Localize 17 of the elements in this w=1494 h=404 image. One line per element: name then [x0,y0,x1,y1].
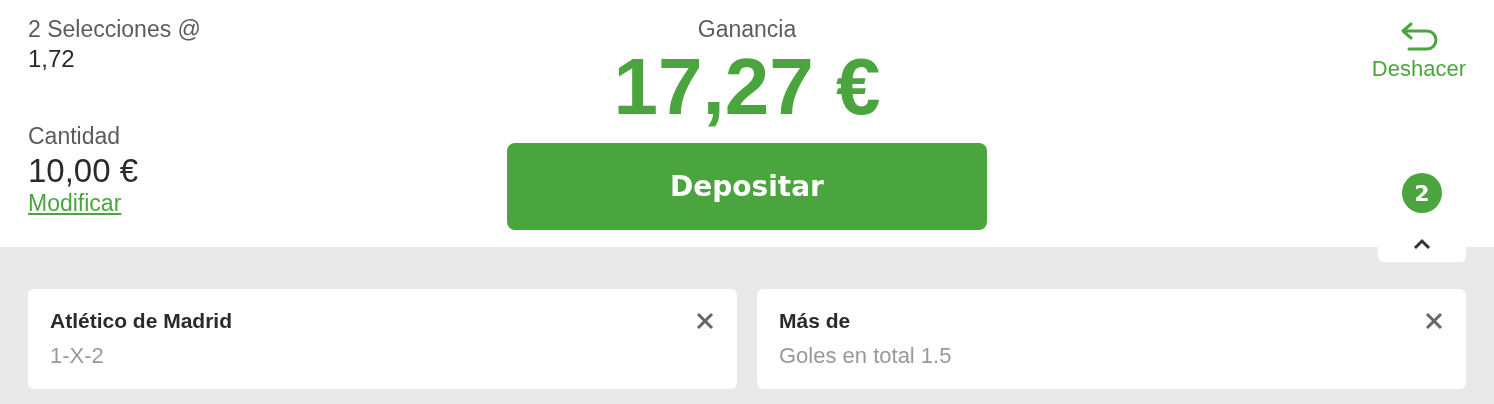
count-badge: 2 [1402,173,1442,213]
selection-title: Atlético de Madrid [50,309,233,333]
selection-title: Más de [779,309,852,333]
close-icon[interactable] [1424,311,1444,331]
modify-link[interactable]: Modificar [28,190,122,217]
deposit-button[interactable]: Depositar [507,143,987,230]
selection-market: 1-X-2 [50,343,105,369]
selection-market: Goles en total 1.5 [779,343,952,369]
close-icon[interactable] [695,311,715,331]
stake-amount: 10,00 € [28,152,139,190]
winnings-amount: 17,27 € [613,43,881,131]
winnings-label: Ganancia [697,16,797,43]
undo-button[interactable]: Deshacer [1371,20,1466,82]
stake-label: Cantidad [28,123,121,150]
selections-label: 2 Selecciones @ [28,16,201,43]
chevron-up-icon [1413,238,1431,250]
odds-value: 1,72 [28,45,75,73]
